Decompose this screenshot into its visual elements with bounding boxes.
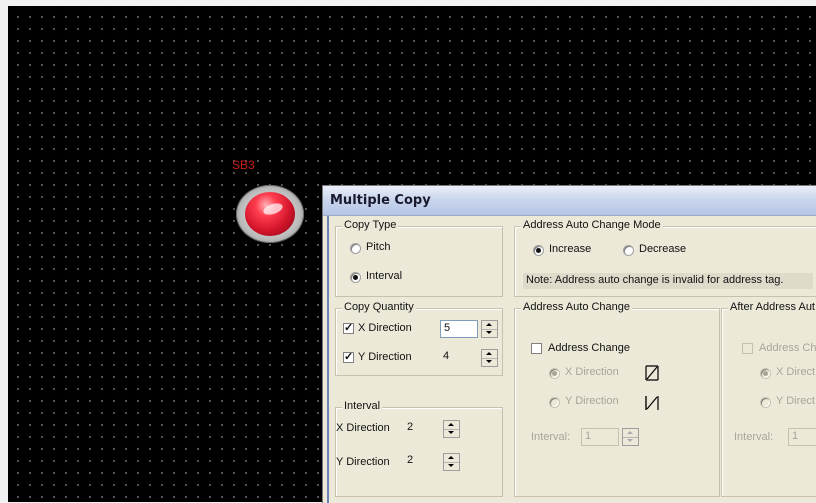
pitch-label: Pitch — [366, 241, 391, 253]
x-direction-label: X Direction — [358, 322, 412, 334]
interval-x-input[interactable]: 2 — [404, 420, 440, 438]
decrease-label: Decrease — [639, 243, 687, 255]
radio-pitch[interactable] — [350, 243, 361, 254]
radio-y-direction[interactable] — [549, 397, 560, 408]
y-direction-checkbox[interactable]: ✓ — [343, 352, 354, 363]
after-address-change-checkbox[interactable] — [742, 343, 753, 354]
x-direction-order-icon — [645, 365, 659, 381]
x-direction-quantity-input[interactable]: 5 — [440, 320, 478, 338]
address-mode-group: Address Auto Change Mode Increase Decrea… — [514, 219, 816, 297]
y-direction-option-label: Y Direction — [565, 395, 619, 407]
after-interval-input[interactable]: 1 — [788, 428, 816, 446]
dialog-client: Copy Type Pitch Interval Copy Quantity ✓… — [327, 216, 816, 503]
dialog-titlebar[interactable]: Multiple Copy — [323, 186, 816, 216]
interval-x-label: X Direction — [336, 422, 390, 434]
y-quantity-spinner[interactable] — [481, 349, 498, 367]
spin-down-icon[interactable] — [482, 329, 497, 337]
after-radio-y-direction[interactable] — [760, 397, 771, 408]
radio-x-direction[interactable] — [549, 368, 560, 379]
address-change-checkbox[interactable] — [531, 343, 542, 354]
address-note: Note: Address auto change is invalid for… — [523, 273, 813, 289]
y-direction-order-icon — [645, 396, 659, 410]
increase-label: Increase — [549, 243, 592, 255]
address-auto-change-group: Address Auto Change Address Change X Dir… — [514, 301, 720, 497]
after-address-change-label: Address Cha — [759, 342, 816, 354]
after-interval-label: Interval: — [734, 431, 774, 443]
copy-quantity-group: Copy Quantity ✓ X Direction 5 ✓ Y Direct… — [335, 301, 503, 376]
x-direction-checkbox[interactable]: ✓ — [343, 323, 354, 334]
interval-legend: Interval — [342, 400, 383, 412]
address-interval-spinner[interactable] — [622, 428, 639, 446]
copy-quantity-legend: Copy Quantity — [342, 301, 416, 313]
copy-type-group: Copy Type Pitch Interval — [335, 219, 503, 297]
interval-y-input[interactable]: 2 — [404, 453, 440, 471]
radio-increase[interactable] — [533, 245, 544, 256]
after-x-direction-label: X Direct — [776, 366, 816, 378]
after-address-group: After Address Aut Address Cha X Direct Y… — [721, 301, 816, 497]
spin-down-icon[interactable] — [623, 437, 638, 445]
address-change-label: Address Change — [548, 342, 630, 354]
after-y-direction-label: Y Direct — [776, 395, 815, 407]
lamp-tag-label: SB3 — [232, 158, 255, 172]
y-direction-quantity-input[interactable]: 4 — [440, 349, 478, 367]
after-address-legend: After Address Aut — [728, 301, 816, 313]
address-interval-label: Interval: — [531, 431, 571, 443]
interval-label: Interval — [366, 270, 403, 282]
interval-y-spinner[interactable] — [443, 453, 460, 471]
y-direction-label: Y Direction — [358, 351, 412, 363]
spin-down-icon[interactable] — [482, 358, 497, 366]
multiple-copy-dialog: Multiple Copy Copy Type Pitch Interval C… — [322, 185, 816, 503]
interval-x-spinner[interactable] — [443, 420, 460, 438]
spin-down-icon[interactable] — [444, 429, 459, 437]
interval-group: Interval X Direction 2 Y Direction 2 — [335, 400, 503, 497]
spin-down-icon[interactable] — [444, 462, 459, 470]
radio-interval[interactable] — [350, 272, 361, 283]
copy-type-legend: Copy Type — [342, 219, 399, 231]
address-mode-legend: Address Auto Change Mode — [521, 219, 663, 231]
radio-decrease[interactable] — [623, 245, 634, 256]
after-radio-x-direction[interactable] — [760, 368, 771, 379]
x-quantity-spinner[interactable] — [481, 320, 498, 338]
address-interval-input[interactable]: 1 — [581, 428, 619, 446]
indicator-lamp-icon[interactable] — [236, 185, 304, 243]
interval-y-label: Y Direction — [336, 456, 390, 468]
x-direction-option-label: X Direction — [565, 366, 619, 378]
dialog-title: Multiple Copy — [330, 193, 431, 208]
address-auto-change-legend: Address Auto Change — [521, 301, 633, 313]
